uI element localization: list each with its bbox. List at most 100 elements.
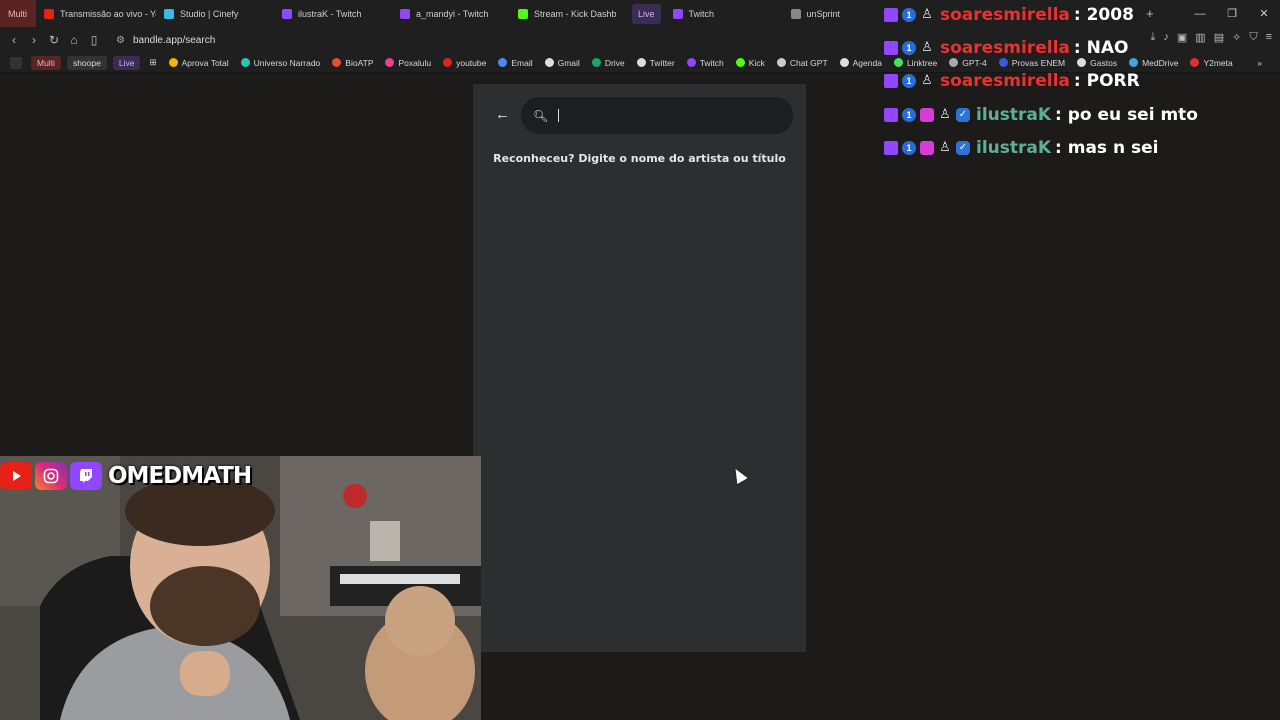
new-tab-button[interactable]: + (1146, 6, 1154, 21)
search-input[interactable] (569, 108, 780, 123)
tab-label: Live (638, 8, 655, 19)
apps-grid-icon[interactable]: ⊞ (143, 57, 162, 68)
tab-label: ilustraK - Twitch (298, 8, 362, 19)
bookmark-item[interactable]: Chat GPT (771, 58, 834, 68)
window-controls: — ❐ ✕ (1184, 0, 1280, 27)
url-text: bandle.app/search (132, 34, 216, 46)
bookmark-item[interactable]: Kick (730, 58, 771, 68)
browser-tab[interactable]: Transmissão ao vivo - Yo (36, 0, 156, 27)
bookmark-item[interactable]: BioATP (326, 58, 379, 68)
menu-icon[interactable]: ≡ (1266, 31, 1272, 44)
bookmark-label: Live (118, 57, 135, 68)
bookmark-favicon-icon (591, 58, 601, 67)
webcam-feed (0, 456, 481, 720)
bookmark-label: Twitch (699, 57, 724, 68)
bookmark-icon[interactable]: ▯ (84, 33, 104, 47)
one-badge-icon: 1 (902, 41, 916, 55)
tab-label: Twitch (688, 8, 715, 19)
bookmark-label: MedDrive (1142, 57, 1179, 68)
music-icon[interactable]: ♪ (1163, 31, 1169, 44)
tab-group-multi[interactable]: Multi (0, 0, 36, 27)
instagram-icon (35, 462, 67, 490)
chat-text: : po eu sei mto (1055, 105, 1198, 125)
tab-label: Transmissão ao vivo - Yo (60, 8, 156, 19)
back-arrow-icon[interactable]: ← (495, 106, 510, 123)
search-hint: Reconheceu? Digite o nome do artista ou … (493, 152, 786, 165)
bookmark-label: Twitter (649, 57, 675, 68)
bookmark-item[interactable]: Drive (586, 58, 631, 68)
streamer-name: OMEDMATH (108, 463, 252, 489)
browser-tab[interactable]: a_mandyi - Twitch (392, 0, 510, 27)
bookmark-folder-icon[interactable] (4, 56, 28, 69)
extensions-icon[interactable]: ▣ (1177, 31, 1187, 44)
chat-text: : mas n sei (1055, 138, 1159, 158)
bookmark-label: Kick (748, 57, 765, 68)
browser-tab[interactable]: Stream - Kick Dashb (510, 0, 628, 27)
tab-label: Multi (8, 8, 28, 19)
reload-icon[interactable]: ↻ (44, 33, 64, 47)
chat-text: : PORR (1073, 71, 1140, 91)
bookmark-favicon-icon (839, 58, 849, 67)
bookmark-item[interactable]: shoope (66, 55, 107, 70)
site-info-icon[interactable]: ⚙ (116, 35, 125, 46)
ai-icon[interactable]: ✧ (1232, 31, 1241, 44)
bookmark-label: Agenda (852, 57, 882, 68)
bookmark-label: Universo Narrado (253, 57, 321, 68)
bookmark-label: youtube (456, 57, 487, 68)
browser-tab[interactable]: Studio | Cinefy (156, 0, 274, 27)
download-icon[interactable]: ⤓ (1151, 31, 1156, 44)
sidebar-icon[interactable]: ▥ (1195, 31, 1205, 44)
bookmark-item[interactable]: Poxalulu (379, 58, 437, 68)
bookmark-item[interactable]: Twitter (631, 58, 681, 68)
stream-brand: OMEDMATH (0, 460, 252, 492)
browser-tab[interactable]: unSprint (783, 0, 883, 27)
close-icon[interactable]: ✕ (1248, 7, 1280, 20)
tab-label: Stream - Kick Dashb (534, 8, 617, 19)
tab-favicon-icon (164, 8, 174, 19)
bookmark-label: BioATP (345, 57, 374, 68)
bookmark-label: Y2meta (1203, 57, 1233, 68)
bookmark-label: Gmail (557, 57, 580, 68)
bookmark-item[interactable]: youtube (437, 58, 492, 68)
bookmark-item[interactable]: Twitch (681, 58, 730, 68)
chat-text: : NAO (1073, 38, 1129, 58)
minimize-icon[interactable]: — (1184, 8, 1216, 20)
home-icon[interactable]: ⌂ (64, 33, 84, 47)
bookmark-favicon-icon (498, 58, 508, 67)
bookmark-favicon-icon (686, 58, 696, 67)
search-icon: 🔍︎ (533, 108, 549, 123)
bookmark-item[interactable]: Universo Narrado (235, 58, 327, 68)
chat-username: ilustraK (976, 105, 1052, 125)
user-badge-icon: ♙ (921, 73, 933, 88)
bookmark-favicon-icon (240, 58, 250, 67)
bookmark-item[interactable]: Email (492, 58, 538, 68)
tab-group-live[interactable]: Live (632, 3, 661, 24)
wallet-icon[interactable]: ▤ (1214, 31, 1224, 44)
search-box[interactable]: 🔍︎ (521, 97, 793, 134)
browser-tab[interactable]: ilustraK - Twitch (274, 0, 392, 27)
one-badge-icon: 1 (902, 141, 916, 155)
tab-favicon-icon (400, 8, 410, 19)
bookmark-item[interactable]: Aprova Total (163, 58, 235, 68)
bookmark-label: Email (511, 57, 533, 68)
bookmark-item[interactable]: Multi (31, 55, 61, 70)
bookmark-item[interactable]: Gmail (539, 58, 586, 68)
bookmark-item[interactable]: Agenda (834, 58, 888, 68)
twitch-icon (70, 462, 102, 490)
check-badge-icon: ✓ (956, 141, 970, 155)
address-bar[interactable]: ⚙ bandle.app/search (108, 31, 868, 49)
shield-icon[interactable]: ⛉ (1249, 31, 1257, 44)
forward-icon[interactable]: › (24, 33, 44, 47)
back-icon[interactable]: ‹ (4, 33, 24, 47)
tab-label: a_mandyi - Twitch (416, 8, 489, 19)
browser-tab[interactable]: Twitch (665, 0, 783, 27)
bookmark-label: shoope (72, 57, 101, 68)
bookmark-label: Drive (604, 57, 625, 68)
more-bookmarks-icon[interactable]: » (1251, 58, 1268, 68)
bookmark-item[interactable]: Live (112, 55, 141, 70)
chat-username: soaresmirella (940, 5, 1070, 25)
bookmark-favicon-icon (385, 58, 395, 67)
bookmark-item[interactable]: Y2meta (1184, 58, 1238, 68)
youtube-icon (0, 462, 32, 490)
maximize-icon[interactable]: ❐ (1216, 7, 1248, 20)
